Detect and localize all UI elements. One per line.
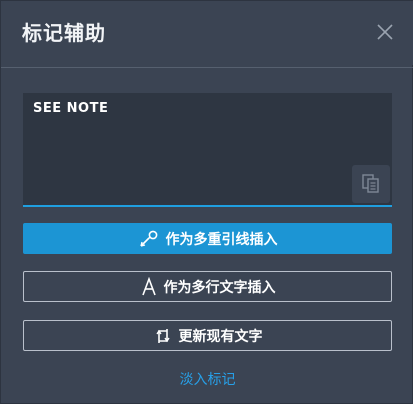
markup-assist-panel: 标记辅助 SEE NOTE 作为多重引线插入 作为多行文字插入 更新现有文字 淡… bbox=[0, 0, 413, 404]
insert-as-mtext-label: 作为多行文字插入 bbox=[163, 279, 276, 296]
multileader-icon bbox=[138, 229, 160, 249]
close-icon bbox=[377, 24, 393, 40]
markup-text-input[interactable] bbox=[23, 93, 392, 205]
insert-as-mtext-button[interactable]: 作为多行文字插入 bbox=[23, 271, 392, 302]
insert-as-multileader-button[interactable]: 作为多重引线插入 bbox=[23, 223, 392, 254]
refresh-swap-icon bbox=[153, 326, 173, 346]
panel-title: 标记辅助 bbox=[22, 21, 106, 45]
markup-text-editor bbox=[23, 93, 392, 207]
close-button[interactable] bbox=[374, 21, 396, 43]
update-existing-text-label: 更新现有文字 bbox=[178, 328, 263, 345]
copy-icon bbox=[362, 174, 379, 193]
update-existing-text-button[interactable]: 更新现有文字 bbox=[23, 320, 392, 351]
panel-header: 标记辅助 bbox=[1, 1, 413, 65]
header-divider bbox=[1, 67, 413, 68]
fade-markup-link[interactable]: 淡入标记 bbox=[1, 369, 413, 389]
insert-as-multileader-label: 作为多重引线插入 bbox=[165, 231, 278, 248]
copy-button[interactable] bbox=[352, 165, 390, 203]
text-a-icon bbox=[140, 276, 158, 297]
